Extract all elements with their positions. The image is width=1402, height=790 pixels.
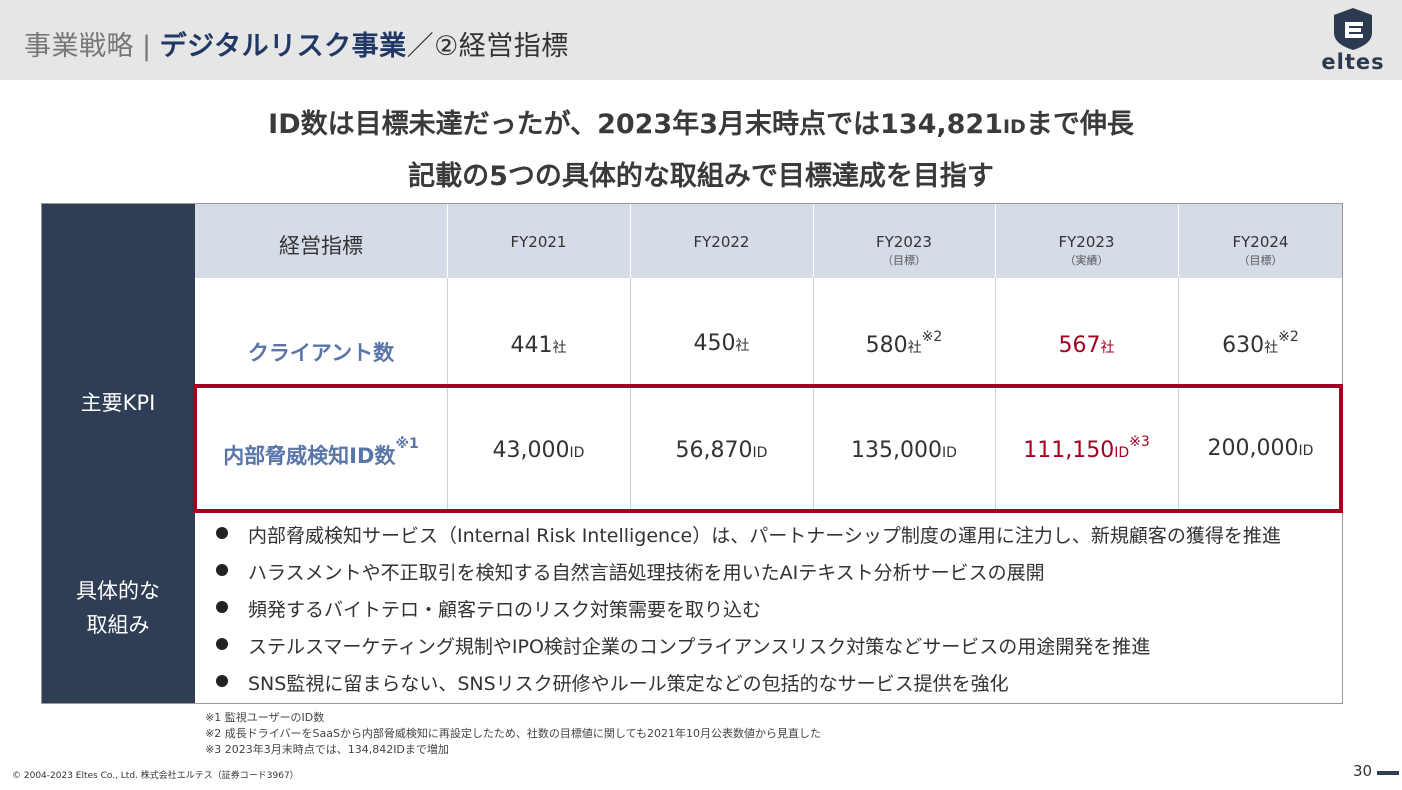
list-item: ステルスマーケティング規制やIPO検討企業のコンプライアンスリスク対策などサービ… <box>216 627 1336 664</box>
header-col-1: FY2021 <box>447 203 630 278</box>
cell-clients-fy2021: 441社 <box>447 333 630 358</box>
cell-clients-fy2023-actual: 567社 <box>995 333 1178 358</box>
cell-unit: 社 <box>1100 340 1115 356</box>
list-item-text: 頻発するバイトテロ・顧客テロのリスク対策需要を取り込む <box>248 599 762 621</box>
cell-clients-fy2023-target: 580社※2 <box>813 329 995 358</box>
title-sub: ／②経営指標 <box>406 31 569 62</box>
header-col-note: （目標） <box>882 254 926 267</box>
list-item-text: SNS監視に留まらない、SNSリスク研修やルール策定などの包括的なサービス提供を… <box>248 673 1009 695</box>
slide-title: 事業戦略 | デジタルリスク事業／②経営指標 <box>24 24 569 63</box>
page-number-bar <box>1377 771 1399 775</box>
header-col-fy: FY2024 <box>1232 233 1289 251</box>
headline-1: ID数は目標未達だったが、2023年3月末時点では134,821IDまで伸長 <box>0 102 1402 141</box>
initiatives-header: 具体的な 取組み <box>41 511 195 704</box>
headline-1-unit: ID <box>1002 116 1026 138</box>
copyright: © 2004-2023 Eltes Co., Ltd. 株式会社エルテス（証券コ… <box>12 771 299 781</box>
headline-2: 記載の5つの具体的な取組みで目標達成を目指す <box>408 161 994 192</box>
bullet-icon <box>216 601 228 613</box>
header-col-note: （目標） <box>1238 254 1283 267</box>
row-label-clients: クライアント数 <box>195 337 447 367</box>
list-item: 内部脅威検知サービス（Internal Risk Intelligence）は、… <box>216 516 1336 553</box>
list-item: ハラスメントや不正取引を検知する自然言語処理技術を用いたAIテキスト分析サービス… <box>216 553 1336 590</box>
initiatives-label-2: 取組み <box>86 613 150 637</box>
cell-value: 580 <box>865 333 908 358</box>
bullet-icon <box>216 527 228 539</box>
cell-clients-fy2024-target: 630社※2 <box>1178 329 1343 358</box>
header-col-2: FY2022 <box>630 203 813 278</box>
bullet-icon <box>216 675 228 687</box>
list-item-text: ステルスマーケティング規制やIPO検討企業のコンプライアンスリスク対策などサービ… <box>248 636 1151 658</box>
list-item-text: 内部脅威検知サービス（Internal Risk Intelligence）は、… <box>248 525 1281 547</box>
header-col-fy: FY2023 <box>876 233 932 251</box>
header-divider <box>995 203 996 278</box>
footnote-3: ※3 2023年3月末時点では、134,842IDまで増加 <box>205 743 449 756</box>
header-col-fy: FY2021 <box>510 233 567 251</box>
footnote-1: ※1 監視ユーザーのID数 <box>205 711 325 724</box>
eltes-logo: eltes <box>1318 6 1388 76</box>
row-label-text: クライアント数 <box>247 341 395 365</box>
header-col-5: FY2024 （目標） <box>1178 203 1343 278</box>
initiatives-list: 内部脅威検知サービス（Internal Risk Intelligence）は、… <box>216 516 1336 701</box>
bullet-icon <box>216 564 228 576</box>
kpi-group-header: 主要KPI <box>41 278 195 511</box>
header-col-4: FY2023 （実績） <box>995 203 1178 278</box>
section-name: 事業戦略 <box>24 31 134 62</box>
cell-footnote: ※2 <box>921 329 943 345</box>
cell-unit: 社 <box>907 340 922 356</box>
list-item: 頻発するバイトテロ・顧客テロのリスク対策需要を取り込む <box>216 590 1336 627</box>
cell-value: 450 <box>693 331 736 356</box>
header-col-note: （実績） <box>1064 254 1109 267</box>
cell-unit: 社 <box>552 340 567 356</box>
cell-unit: 社 <box>1264 340 1279 356</box>
logo-text: eltes <box>1321 50 1385 74</box>
headline-1-pre: ID数は目標未達だったが、2023年3月末時点では134,821 <box>268 109 1003 140</box>
initiatives-label-1: 具体的な <box>76 579 160 603</box>
header-col-fy: FY2022 <box>693 233 750 251</box>
header-divider <box>447 203 448 278</box>
title-main: デジタルリスク事業 <box>159 31 407 62</box>
header-col-fy: FY2023 <box>1058 233 1115 251</box>
header-col-3: FY2023 （目標） <box>813 203 995 278</box>
header-divider <box>813 203 814 278</box>
id-row-highlight-box <box>193 384 1343 513</box>
bullet-icon <box>216 638 228 650</box>
title-separator: | <box>142 31 152 62</box>
slide-header: 事業戦略 | デジタルリスク事業／②経営指標 eltes <box>0 0 1402 80</box>
cell-value: 441 <box>510 333 553 358</box>
cell-value: 630 <box>1222 333 1265 358</box>
page-number: 30 <box>1353 762 1373 780</box>
header-divider <box>630 203 631 278</box>
cell-unit: 社 <box>735 338 750 354</box>
table-corner <box>41 203 195 278</box>
cell-value: 567 <box>1058 333 1101 358</box>
cell-clients-fy2022: 450社 <box>630 331 813 356</box>
header-divider <box>1178 203 1179 278</box>
header-metric-label: 経営指標 <box>279 234 363 258</box>
table-header-row: 経営指標 FY2021 FY2022 FY2023 （目標） FY2023 （実… <box>195 203 1343 278</box>
header-metric: 経営指標 <box>195 203 447 278</box>
list-item-text: ハラスメントや不正取引を検知する自然言語処理技術を用いたAIテキスト分析サービス… <box>248 562 1045 584</box>
shield-logo-icon <box>1334 8 1372 50</box>
kpi-group-label: 主要KPI <box>80 391 156 415</box>
list-item: SNS監視に留まらない、SNSリスク研修やルール策定などの包括的なサービス提供を… <box>216 664 1336 701</box>
headline-1-post: まで伸長 <box>1025 109 1134 140</box>
footnote-2: ※2 成長ドライバーをSaaSから内部脅威検知に再設定したため、社数の目標値に関… <box>205 727 822 740</box>
footnotes: ※1 監視ユーザーのID数 ※2 成長ドライバーをSaaSから内部脅威検知に再設… <box>205 710 821 758</box>
cell-footnote: ※2 <box>1278 329 1299 345</box>
